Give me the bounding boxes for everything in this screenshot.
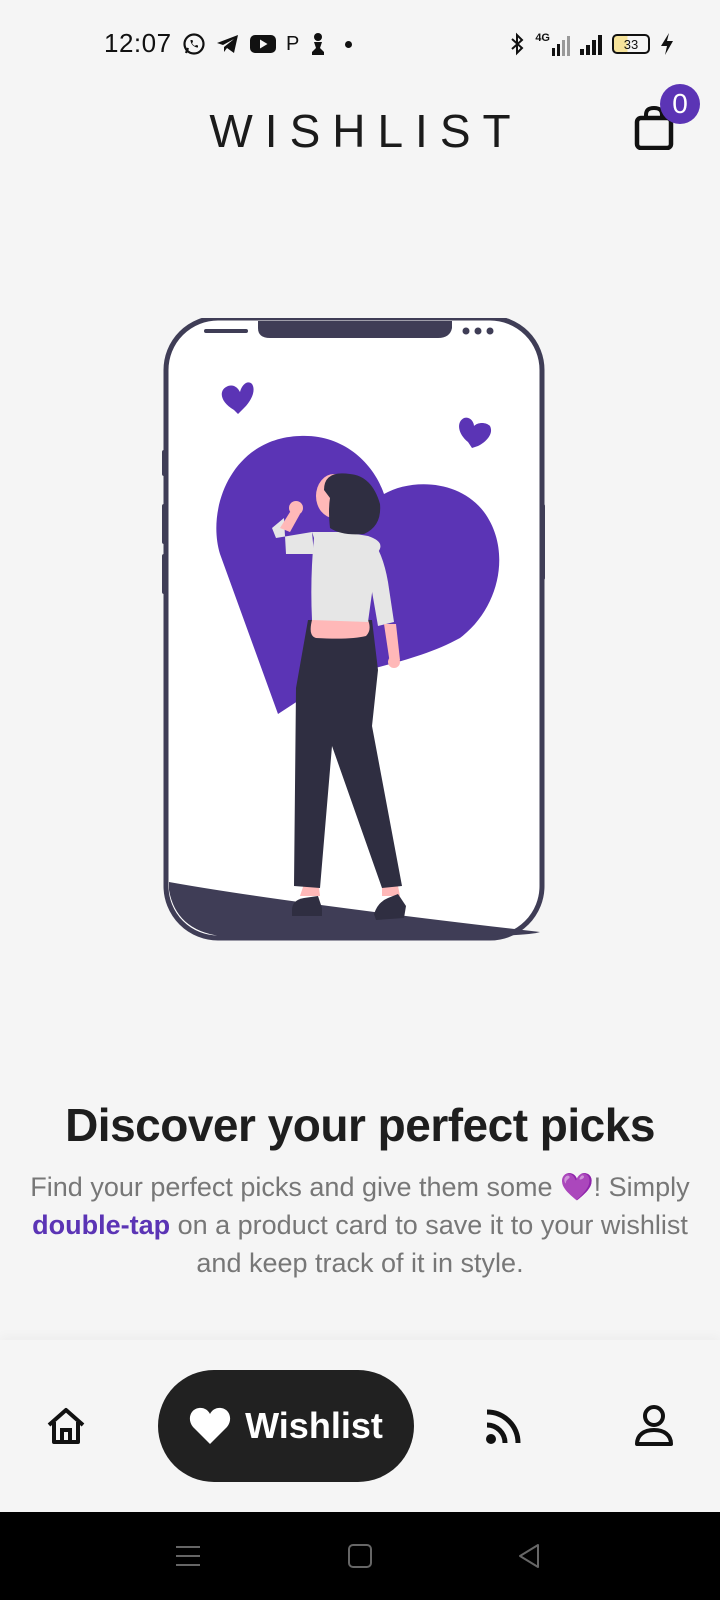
nav-wishlist-label: Wishlist [245,1405,383,1446]
p-icon: P [286,32,300,55]
chess-pawn-icon [312,33,325,55]
nav-home-button[interactable] [44,1404,88,1448]
more-notifications-dot [345,40,353,48]
back-triangle-icon [519,1544,539,1568]
nav-wishlist-button[interactable]: Wishlist [158,1370,414,1482]
bluetooth-icon [511,32,524,56]
rss-feed-icon [486,1409,521,1444]
nav-feed-button[interactable] [484,1406,524,1446]
home-square-icon [348,1544,372,1568]
notification-icons: P [182,30,353,58]
description: Find your perfect picks and give them so… [30,1168,690,1282]
youtube-icon [250,35,276,53]
signal-4g-icon: 4G [535,32,570,56]
system-back-button[interactable] [514,1540,546,1572]
app-header: WISHLIST [0,90,720,170]
system-home-button[interactable] [344,1540,376,1572]
heart-icon [190,1407,231,1444]
nav-profile-button[interactable] [634,1404,674,1448]
cart-count-badge: 0 [660,84,700,124]
system-status-icons: 4G 33 [509,30,674,58]
page-title: WISHLIST [209,105,523,157]
description-text-1: Find your perfect picks and give them so… [30,1172,690,1202]
user-icon [635,1405,673,1446]
description-text-2: on a product card to save it to your wis… [170,1210,688,1278]
double-tap-highlight: double-tap [32,1210,171,1240]
whatsapp-icon [183,33,205,55]
battery-icon: 33 [612,34,650,54]
home-icon [47,1408,85,1444]
status-bar: 12:07 P 4G 33 [0,0,720,90]
menu-icon [176,1546,200,1566]
status-time: 12:07 [104,28,172,58]
system-nav-bar [0,1512,720,1600]
wishlist-illustration [162,318,545,941]
charging-icon [661,33,673,55]
recent-apps-button[interactable] [172,1540,204,1572]
headline: Discover your perfect picks [65,1099,655,1151]
signal-icon [580,33,602,55]
telegram-icon [217,35,238,53]
bottom-nav: Wishlist [0,1340,720,1512]
